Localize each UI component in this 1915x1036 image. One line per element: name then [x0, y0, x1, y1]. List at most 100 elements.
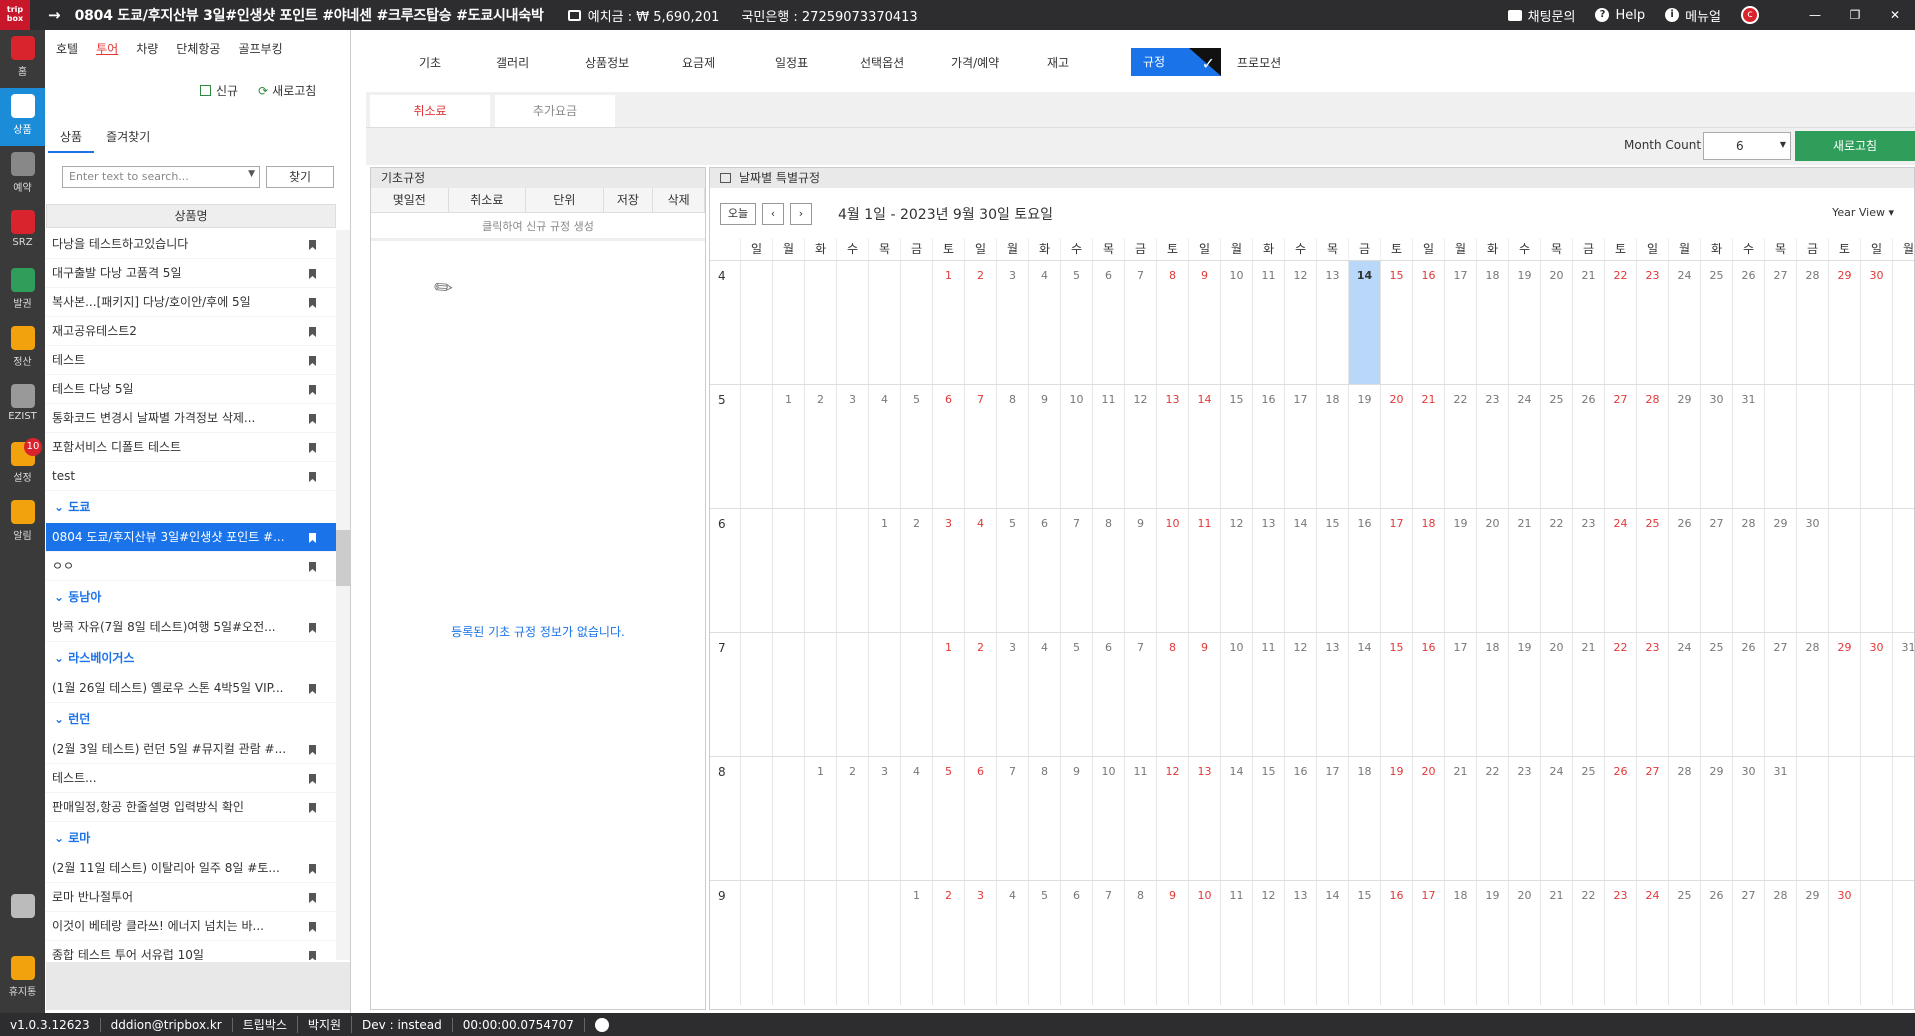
calendar-day[interactable]: 24: [1604, 509, 1636, 633]
calendar-day[interactable]: 11: [1188, 509, 1220, 633]
bookmark-icon[interactable]: [309, 327, 316, 337]
calendar-day[interactable]: 30: [1860, 261, 1892, 385]
tab-재고[interactable]: 재고: [1047, 54, 1069, 71]
bookmark-icon[interactable]: [309, 269, 316, 279]
calendar-day[interactable]: 2: [964, 633, 996, 757]
calendar-day[interactable]: 11: [1124, 757, 1156, 881]
calendar-day[interactable]: 25: [1700, 633, 1732, 757]
calendar-day[interactable]: 24: [1668, 633, 1700, 757]
calendar-day[interactable]: 6: [1028, 509, 1060, 633]
calendar-day[interactable]: 26: [1572, 385, 1604, 509]
calendar-day[interactable]: 21: [1572, 633, 1604, 757]
calendar-day[interactable]: 14: [1348, 633, 1380, 757]
calendar-day[interactable]: 26: [1700, 881, 1732, 1005]
calendar-day[interactable]: 14: [1188, 385, 1220, 509]
calendar-day[interactable]: 12: [1156, 757, 1188, 881]
calendar-day[interactable]: 22: [1444, 385, 1476, 509]
calendar-day[interactable]: 29: [1764, 509, 1796, 633]
calendar-day[interactable]: 15: [1316, 509, 1348, 633]
calendar-day[interactable]: 1: [868, 509, 900, 633]
list-item[interactable]: ㅇㅇ: [46, 552, 336, 581]
tab-요금제[interactable]: 요금제: [682, 54, 715, 71]
calendar-day[interactable]: 10: [1220, 633, 1252, 757]
calendar-day[interactable]: 9: [1124, 509, 1156, 633]
calendar-day[interactable]: 10: [1092, 757, 1124, 881]
calendar-day[interactable]: 19: [1508, 261, 1540, 385]
calendar-day[interactable]: 8: [1028, 757, 1060, 881]
calendar-day[interactable]: 27: [1764, 633, 1796, 757]
sidebar-item-예약[interactable]: 예약: [0, 146, 45, 204]
calendar-day[interactable]: 17: [1444, 261, 1476, 385]
bookmark-icon[interactable]: [309, 745, 316, 755]
tab-프로모션[interactable]: 프로모션: [1237, 54, 1281, 71]
list-group[interactable]: ⌄ 로마: [46, 822, 336, 854]
calendar-day[interactable]: 31: [1764, 757, 1796, 881]
minimize-icon[interactable]: —: [1795, 8, 1835, 22]
calendar-day[interactable]: 10: [1060, 385, 1092, 509]
calendar-day[interactable]: 26: [1668, 509, 1700, 633]
calendar-day[interactable]: 16: [1380, 881, 1412, 1005]
calendar-day[interactable]: 2: [932, 881, 964, 1005]
bookmark-icon[interactable]: [309, 684, 316, 694]
calendar-day[interactable]: 24: [1668, 261, 1700, 385]
calendar-day[interactable]: 23: [1604, 881, 1636, 1005]
bookmark-icon[interactable]: [309, 623, 316, 633]
sidebar-item-EZIST[interactable]: EZIST: [0, 378, 45, 436]
calendar-day[interactable]: 28: [1796, 633, 1828, 757]
calendar-day[interactable]: 4: [1028, 633, 1060, 757]
calendar-day[interactable]: 8: [1156, 261, 1188, 385]
calendar-day[interactable]: 18: [1316, 385, 1348, 509]
calendar-day[interactable]: 28: [1796, 261, 1828, 385]
bookmark-icon[interactable]: [309, 864, 316, 874]
chevron-down-icon[interactable]: ▼: [248, 169, 255, 179]
calendar-day[interactable]: 29: [1668, 385, 1700, 509]
calendar-day[interactable]: 23: [1636, 633, 1668, 757]
calendar-day[interactable]: 23: [1476, 385, 1508, 509]
calendar-day[interactable]: 6: [1060, 881, 1092, 1005]
calendar-day[interactable]: 2: [964, 261, 996, 385]
calendar-day[interactable]: 25: [1636, 509, 1668, 633]
calendar-day[interactable]: 27: [1732, 881, 1764, 1005]
calendar-day[interactable]: 21: [1412, 385, 1444, 509]
calendar-day[interactable]: 9: [1060, 757, 1092, 881]
calendar-day[interactable]: 27: [1604, 385, 1636, 509]
calendar-day[interactable]: 11: [1220, 881, 1252, 1005]
category-골프부킹[interactable]: 골프부킹: [238, 40, 282, 57]
calendar-day[interactable]: 15: [1380, 633, 1412, 757]
new-rule-row[interactable]: 클릭하여 신규 규정 생성: [371, 213, 705, 241]
bookmark-icon[interactable]: [309, 414, 316, 424]
calendar-day[interactable]: 12: [1124, 385, 1156, 509]
calendar-day[interactable]: 29: [1828, 261, 1860, 385]
calendar-day[interactable]: 22: [1604, 261, 1636, 385]
calendar-day[interactable]: 4: [900, 757, 932, 881]
calendar-day[interactable]: 5: [900, 385, 932, 509]
calendar-day[interactable]: 17: [1444, 633, 1476, 757]
calendar-day[interactable]: 3: [836, 385, 868, 509]
calendar-day[interactable]: 20: [1412, 757, 1444, 881]
calendar-day[interactable]: 28: [1636, 385, 1668, 509]
calendar-day[interactable]: 31: [1732, 385, 1764, 509]
calendar-day[interactable]: 12: [1252, 881, 1284, 1005]
calendar-day[interactable]: 13: [1316, 633, 1348, 757]
sidebar-item-apps[interactable]: [0, 888, 45, 946]
calendar-day[interactable]: 7: [1124, 261, 1156, 385]
list-item[interactable]: 통화코드 변경시 날짜별 가격정보 삭제...: [46, 404, 336, 433]
calendar-day[interactable]: 28: [1732, 509, 1764, 633]
calendar-day[interactable]: 16: [1252, 385, 1284, 509]
calendar-day[interactable]: 17: [1316, 757, 1348, 881]
calendar-day[interactable]: 23: [1508, 757, 1540, 881]
calendar-day[interactable]: 5: [932, 757, 964, 881]
tab-products[interactable]: 상품: [48, 128, 95, 153]
calendar-day[interactable]: 12: [1220, 509, 1252, 633]
calendar-day[interactable]: 20: [1476, 509, 1508, 633]
calendar-day[interactable]: 3: [868, 757, 900, 881]
calendar-day[interactable]: 5: [1060, 633, 1092, 757]
calendar-day[interactable]: 14: [1316, 881, 1348, 1005]
bookmark-icon[interactable]: [309, 472, 316, 482]
calendar-day[interactable]: 20: [1540, 261, 1572, 385]
calendar-day[interactable]: 6: [964, 757, 996, 881]
calendar-day[interactable]: 21: [1540, 881, 1572, 1005]
tab-선택옵션[interactable]: 선택옵션: [860, 54, 904, 71]
calendar-day[interactable]: 29: [1700, 757, 1732, 881]
calendar-day[interactable]: 4: [1028, 261, 1060, 385]
